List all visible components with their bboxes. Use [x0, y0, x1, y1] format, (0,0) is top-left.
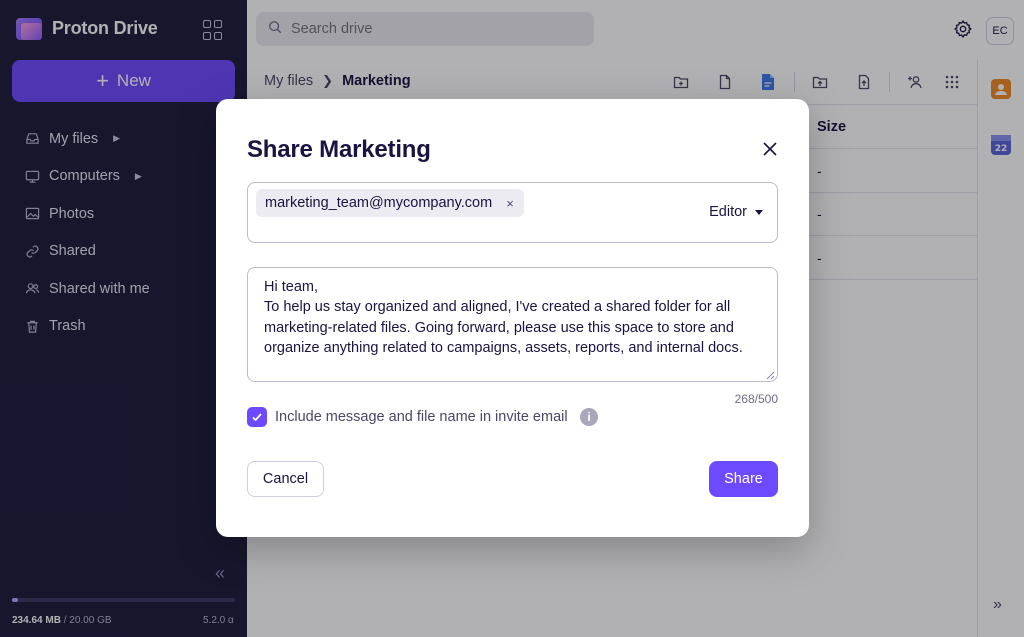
- recipients-field[interactable]: marketing_team@mycompany.com × Editor: [247, 182, 778, 243]
- role-dropdown[interactable]: Editor: [709, 204, 763, 220]
- share-button[interactable]: Share: [709, 461, 778, 497]
- character-counter: 268/500: [734, 392, 778, 406]
- cancel-button[interactable]: Cancel: [247, 461, 324, 497]
- resize-handle-icon[interactable]: [765, 370, 775, 380]
- recipient-email: marketing_team@mycompany.com: [265, 195, 493, 211]
- message-textarea[interactable]: Hi team, To help us stay organized and a…: [247, 267, 778, 382]
- caret-down-icon: [755, 209, 763, 215]
- remove-recipient-icon[interactable]: ×: [506, 196, 514, 211]
- checkmark-icon: [252, 413, 262, 422]
- info-icon[interactable]: i: [580, 408, 598, 426]
- dialog-title: Share Marketing: [247, 136, 431, 163]
- include-message-checkbox[interactable]: [247, 407, 267, 427]
- role-label: Editor: [709, 204, 747, 220]
- recipient-chip: marketing_team@mycompany.com ×: [256, 189, 524, 217]
- include-message-label[interactable]: Include message and file name in invite …: [275, 409, 568, 425]
- close-icon[interactable]: [760, 139, 780, 159]
- share-dialog: Share Marketing marketing_team@mycompany…: [216, 99, 809, 537]
